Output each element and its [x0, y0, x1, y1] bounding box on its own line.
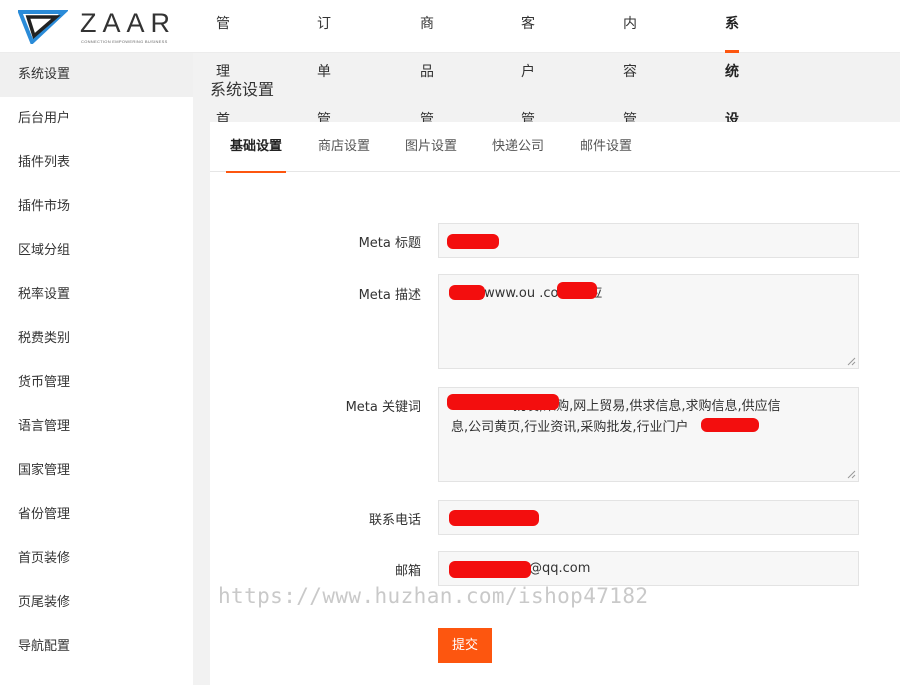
- tab-mail[interactable]: 邮件设置: [580, 122, 632, 172]
- topnav-item-customers[interactable]: 客户管理: [521, 0, 535, 176]
- sidebar-item-languages[interactable]: 语言管理: [0, 405, 193, 449]
- page-title: 系统设置: [210, 80, 275, 99]
- meta-keywords-textarea[interactable]: 批发,采购,网上贸易,供求信息,求购信息,供应信 息,公司黄页,行业资讯,采购批…: [438, 387, 859, 482]
- sidebar-item-admin-users[interactable]: 后台用户: [0, 97, 193, 141]
- redaction-mark: [557, 282, 597, 299]
- phone-input[interactable]: [438, 500, 859, 535]
- meta-title-input[interactable]: [438, 223, 859, 258]
- brand-logo[interactable]: ZAAR CONNECTION EMPOWERING BUSINESS: [18, 6, 178, 48]
- sidebar-item-plugin-market[interactable]: 插件市场: [0, 185, 193, 229]
- sidebar-item-system-settings[interactable]: 系统设置: [0, 53, 193, 97]
- sidebar-item-plugin-list[interactable]: 插件列表: [0, 141, 193, 185]
- brand-name: ZAAR: [80, 8, 177, 38]
- sidebar-item-footer-design[interactable]: 页尾装修: [0, 581, 193, 625]
- resize-grip-icon[interactable]: [847, 357, 856, 366]
- sidebar-item-countries[interactable]: 国家管理: [0, 449, 193, 493]
- topnav-item-dashboard[interactable]: 管理首页: [216, 0, 230, 176]
- tab-image[interactable]: 图片设置: [405, 122, 457, 172]
- tab-express[interactable]: 快递公司: [492, 122, 544, 172]
- sidebar-item-currencies[interactable]: 货币管理: [0, 361, 193, 405]
- submit-button[interactable]: 提交: [438, 628, 492, 663]
- brand-tagline: CONNECTION EMPOWERING BUSINESS: [81, 39, 168, 44]
- redaction-mark: [449, 285, 485, 300]
- watermark-text: https://www.huzhan.com/ishop47182: [218, 584, 649, 608]
- redaction-mark: [449, 510, 539, 526]
- meta-title-label: Meta 标题: [358, 236, 421, 251]
- sidebar-item-nav-config[interactable]: 导航配置: [0, 625, 193, 669]
- email-input[interactable]: @qq.com: [438, 551, 859, 586]
- redaction-mark: [701, 418, 759, 432]
- email-label: 邮箱: [394, 564, 421, 579]
- top-bar: ZAAR CONNECTION EMPOWERING BUSINESS 管理首页…: [0, 0, 900, 176]
- topnav-item-content[interactable]: 内容管理: [623, 0, 637, 176]
- topnav-item-orders[interactable]: 订单管理: [317, 0, 331, 176]
- redaction-mark: [447, 394, 559, 410]
- redaction-mark: [449, 561, 531, 578]
- topnav-item-products[interactable]: 商品管理: [420, 0, 434, 176]
- sidebar-item-region-groups[interactable]: 区域分组: [0, 229, 193, 273]
- settings-tabs: 基础设置 商店设置 图片设置 快递公司 邮件设置: [210, 122, 900, 173]
- topnav-item-settings[interactable]: 系统设置: [725, 0, 739, 176]
- tab-basic[interactable]: 基础设置: [225, 122, 287, 173]
- sidebar-item-provinces[interactable]: 省份管理: [0, 493, 193, 537]
- phone-label: 联系电话: [368, 513, 421, 528]
- redaction-mark: [447, 234, 499, 249]
- zaar-logo-icon: [18, 10, 68, 44]
- meta-description-label: Meta 描述: [358, 288, 421, 303]
- sidebar: 系统设置 后台用户 插件列表 插件市场 区域分组 税率设置 税费类别 货币管理 …: [0, 53, 193, 685]
- sidebar-item-tax-classes[interactable]: 税费类别: [0, 317, 193, 361]
- meta-description-textarea[interactable]: (www.ou .com)供应: [438, 274, 859, 369]
- meta-keywords-line2: 息,公司黄页,行业资讯,采购批发,行业门户: [451, 420, 689, 435]
- sidebar-item-home-design[interactable]: 首页装修: [0, 537, 193, 581]
- sidebar-item-tax-rates[interactable]: 税率设置: [0, 273, 193, 317]
- meta-keywords-label: Meta 关键词: [345, 400, 421, 415]
- resize-grip-icon[interactable]: [847, 470, 856, 479]
- tab-store[interactable]: 商店设置: [318, 122, 370, 172]
